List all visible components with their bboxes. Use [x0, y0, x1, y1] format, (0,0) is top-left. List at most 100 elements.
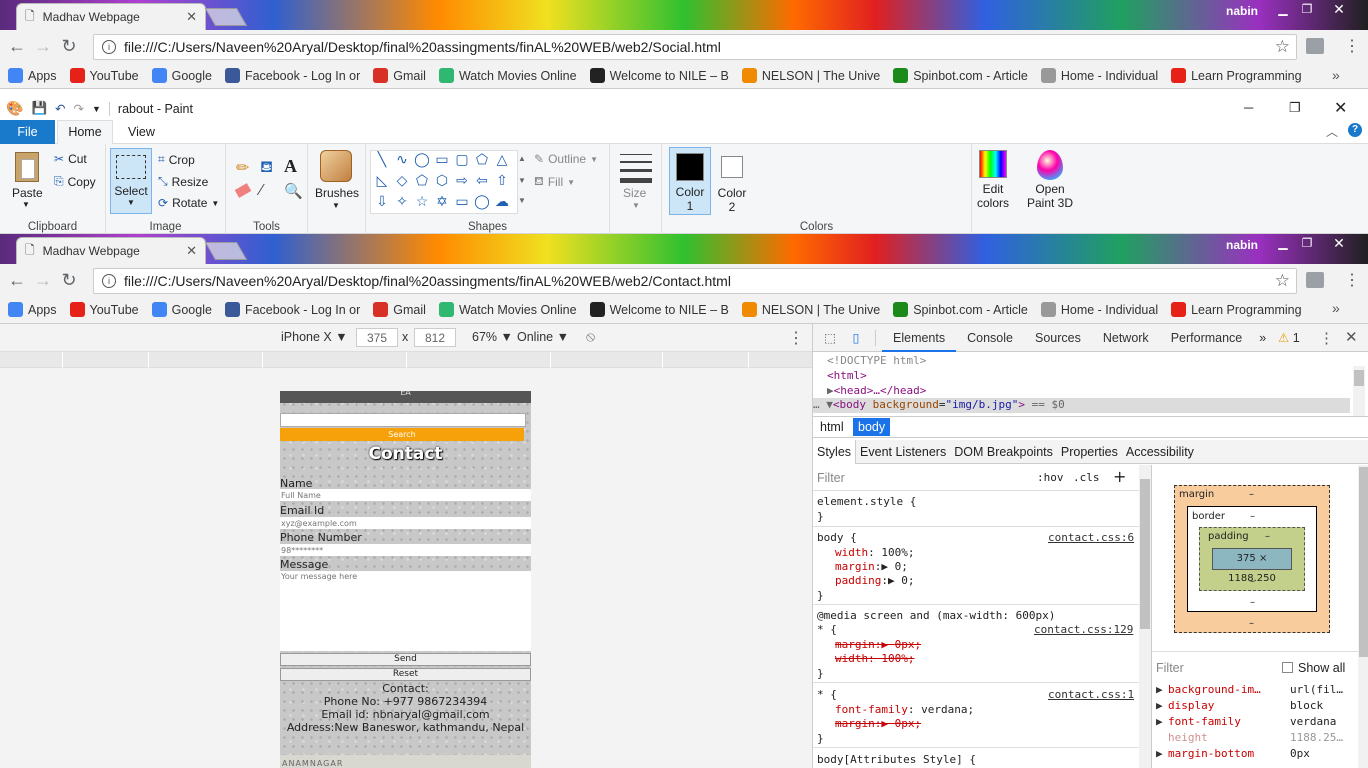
bookmark-item[interactable]: Gmail: [373, 68, 426, 83]
eraser-icon[interactable]: [234, 183, 252, 198]
extension-icon[interactable]: [1306, 38, 1324, 54]
site-search-input[interactable]: [280, 413, 526, 427]
oval-shape-icon[interactable]: ◯: [414, 152, 430, 166]
bookmark-item[interactable]: Learn Programming: [1171, 68, 1302, 83]
styles-scrollbar[interactable]: [1139, 465, 1151, 768]
devtools-tab-performance[interactable]: Performance: [1160, 324, 1254, 352]
devtools-tab-elements[interactable]: Elements: [882, 324, 957, 352]
rounded-rect-shape-icon[interactable]: ▢: [454, 152, 470, 166]
device-mode-icon[interactable]: ▯: [843, 330, 869, 345]
dom-html[interactable]: <html>: [827, 369, 867, 382]
box-border[interactable]: border – – padding – – 375 × 1188.250: [1187, 506, 1317, 612]
media-margin-decl[interactable]: margin:▶ 0px;: [835, 638, 921, 651]
cloud-callout-shape-icon[interactable]: ☁: [494, 194, 510, 208]
bookmark-item[interactable]: Facebook - Log In or: [224, 68, 360, 83]
bookmark-star-icon[interactable]: ☆: [1275, 37, 1290, 57]
bookmark-item[interactable]: Google: [151, 68, 212, 83]
edit-colors-button[interactable]: Edit colors: [976, 150, 1010, 214]
file-menu[interactable]: File: [0, 120, 55, 144]
inspect-element-icon[interactable]: ⬚: [817, 330, 843, 345]
bookmark-item[interactable]: Welcome to NILE – B: [589, 302, 729, 317]
bookmark-item[interactable]: Apps: [8, 68, 57, 83]
left-arrow-shape-icon[interactable]: ⇦: [474, 173, 490, 187]
resize-button[interactable]: ⤡ Resize: [158, 174, 208, 189]
bookmark-item[interactable]: Welcome to NILE – B: [589, 68, 729, 83]
new-rule-icon[interactable]: +: [1113, 467, 1126, 486]
bookmark-item[interactable]: Home - Individual: [1040, 68, 1158, 83]
shapes-more-icon[interactable]: ▼: [518, 196, 526, 205]
phone-input[interactable]: [280, 544, 531, 556]
more-bookmarks-icon[interactable]: »: [1332, 67, 1340, 83]
paint-minimize-icon[interactable]: ─: [1244, 100, 1253, 115]
breadcrumb-body[interactable]: body: [853, 418, 891, 436]
styles-filter[interactable]: Filter: [817, 471, 845, 485]
line-shape-icon[interactable]: ╲: [374, 152, 390, 166]
reload-icon[interactable]: ↻: [56, 36, 82, 57]
breadcrumb-html[interactable]: html: [815, 418, 849, 436]
pentagon-shape-icon[interactable]: ⬠: [414, 173, 430, 187]
computed-row[interactable]: height 1188.25…: [1152, 731, 1358, 747]
url-field-2[interactable]: i file:///C:/Users/Naveen%20Aryal/Deskto…: [93, 268, 1297, 294]
menu-icon[interactable]: ⋮: [1344, 36, 1360, 56]
close-tab-icon[interactable]: ✕: [186, 243, 197, 259]
devtools-close-icon[interactable]: ✕: [1345, 328, 1358, 346]
hexagon-shape-icon[interactable]: ⬡: [434, 173, 450, 187]
computed-row[interactable]: ▶ background-im… url(fil…: [1152, 683, 1358, 699]
select-button[interactable]: Select ▼: [110, 148, 152, 214]
undo-icon[interactable]: ↶: [55, 101, 65, 116]
body-rule-source[interactable]: contact.css:6: [1048, 531, 1134, 544]
curve-shape-icon[interactable]: ∿: [394, 152, 410, 166]
diamond-shape-icon[interactable]: ◇: [394, 173, 410, 187]
body-margin-decl[interactable]: margin:▶ 0;: [835, 560, 908, 573]
subtab-properties[interactable]: Properties: [1057, 440, 1122, 464]
fill-button[interactable]: ⛾ Fill ▼: [534, 174, 575, 190]
name-input[interactable]: [280, 489, 531, 501]
color-picker-icon[interactable]: ⁄: [260, 182, 263, 200]
copy-button[interactable]: ⎘ Copy: [54, 174, 96, 189]
help-icon[interactable]: ?: [1348, 123, 1362, 137]
brushes-group[interactable]: Brushes ▼: [308, 144, 366, 234]
dom-head[interactable]: ▶<head>…</head>: [827, 384, 926, 397]
profile-name[interactable]: nabin: [1226, 4, 1258, 18]
browser-tab-2[interactable]: 🗋 Madhav Webpage ✕: [16, 237, 206, 264]
device-width-input[interactable]: [356, 328, 398, 347]
embedded-map[interactable]: ANAMNAGAR: [280, 755, 531, 768]
computed-row[interactable]: ▶ margin-bottom 0px: [1152, 747, 1358, 763]
info-icon[interactable]: i: [102, 40, 116, 54]
subtab-event-listeners[interactable]: Event Listeners: [856, 440, 950, 464]
extension-icon[interactable]: [1306, 272, 1324, 288]
devtools-tab-sources[interactable]: Sources: [1024, 324, 1092, 352]
devtools-tab-network[interactable]: Network: [1092, 324, 1160, 352]
box-margin[interactable]: margin – – border – – padding – – 375 × …: [1174, 485, 1330, 633]
warning-icon[interactable]: ⚠ 1: [1278, 330, 1300, 345]
paint-maximize-icon[interactable]: ❐: [1289, 100, 1301, 116]
four-point-star-shape-icon[interactable]: ✧: [394, 194, 410, 208]
paste-dropdown-icon[interactable]: ▼: [22, 200, 30, 209]
computed-filter[interactable]: Filter: [1156, 661, 1184, 675]
view-tab[interactable]: View: [128, 125, 155, 139]
new-tab-button-2[interactable]: [204, 242, 248, 260]
computed-scrollbar[interactable]: [1358, 465, 1368, 768]
more-bookmarks-icon[interactable]: »: [1332, 300, 1340, 316]
reset-button[interactable]: Reset: [280, 668, 531, 681]
restore-icon[interactable]: ❐: [1296, 2, 1318, 16]
fill-bucket-icon[interactable]: ⛾: [260, 158, 273, 178]
more-tabs-icon[interactable]: »: [1253, 324, 1272, 352]
redo-icon[interactable]: ↷: [74, 101, 84, 116]
callout-shape-icon[interactable]: ▭: [454, 194, 470, 208]
media-rule-source[interactable]: contact.css:129: [1034, 623, 1133, 636]
oval-callout-shape-icon[interactable]: ◯: [474, 194, 490, 208]
back-icon[interactable]: ←: [4, 36, 30, 57]
dom-doctype[interactable]: <!DOCTYPE html>: [827, 354, 926, 367]
bookmark-item[interactable]: Watch Movies Online: [438, 302, 577, 317]
qat-dropdown-icon[interactable]: ▼: [92, 104, 101, 114]
paste-button[interactable]: [10, 150, 44, 190]
up-arrow-shape-icon[interactable]: ⇧: [494, 173, 510, 187]
star-margin-decl[interactable]: margin:▶ 0px;: [835, 717, 921, 730]
device-select[interactable]: iPhone X ▼: [281, 330, 348, 344]
bookmark-item[interactable]: Facebook - Log In or: [224, 302, 360, 317]
color2-button[interactable]: Color 2: [713, 147, 751, 215]
subtab-accessibility[interactable]: Accessibility: [1122, 440, 1198, 464]
bookmark-item[interactable]: Google: [151, 302, 212, 317]
computed-row[interactable]: ▶ display block: [1152, 699, 1358, 715]
